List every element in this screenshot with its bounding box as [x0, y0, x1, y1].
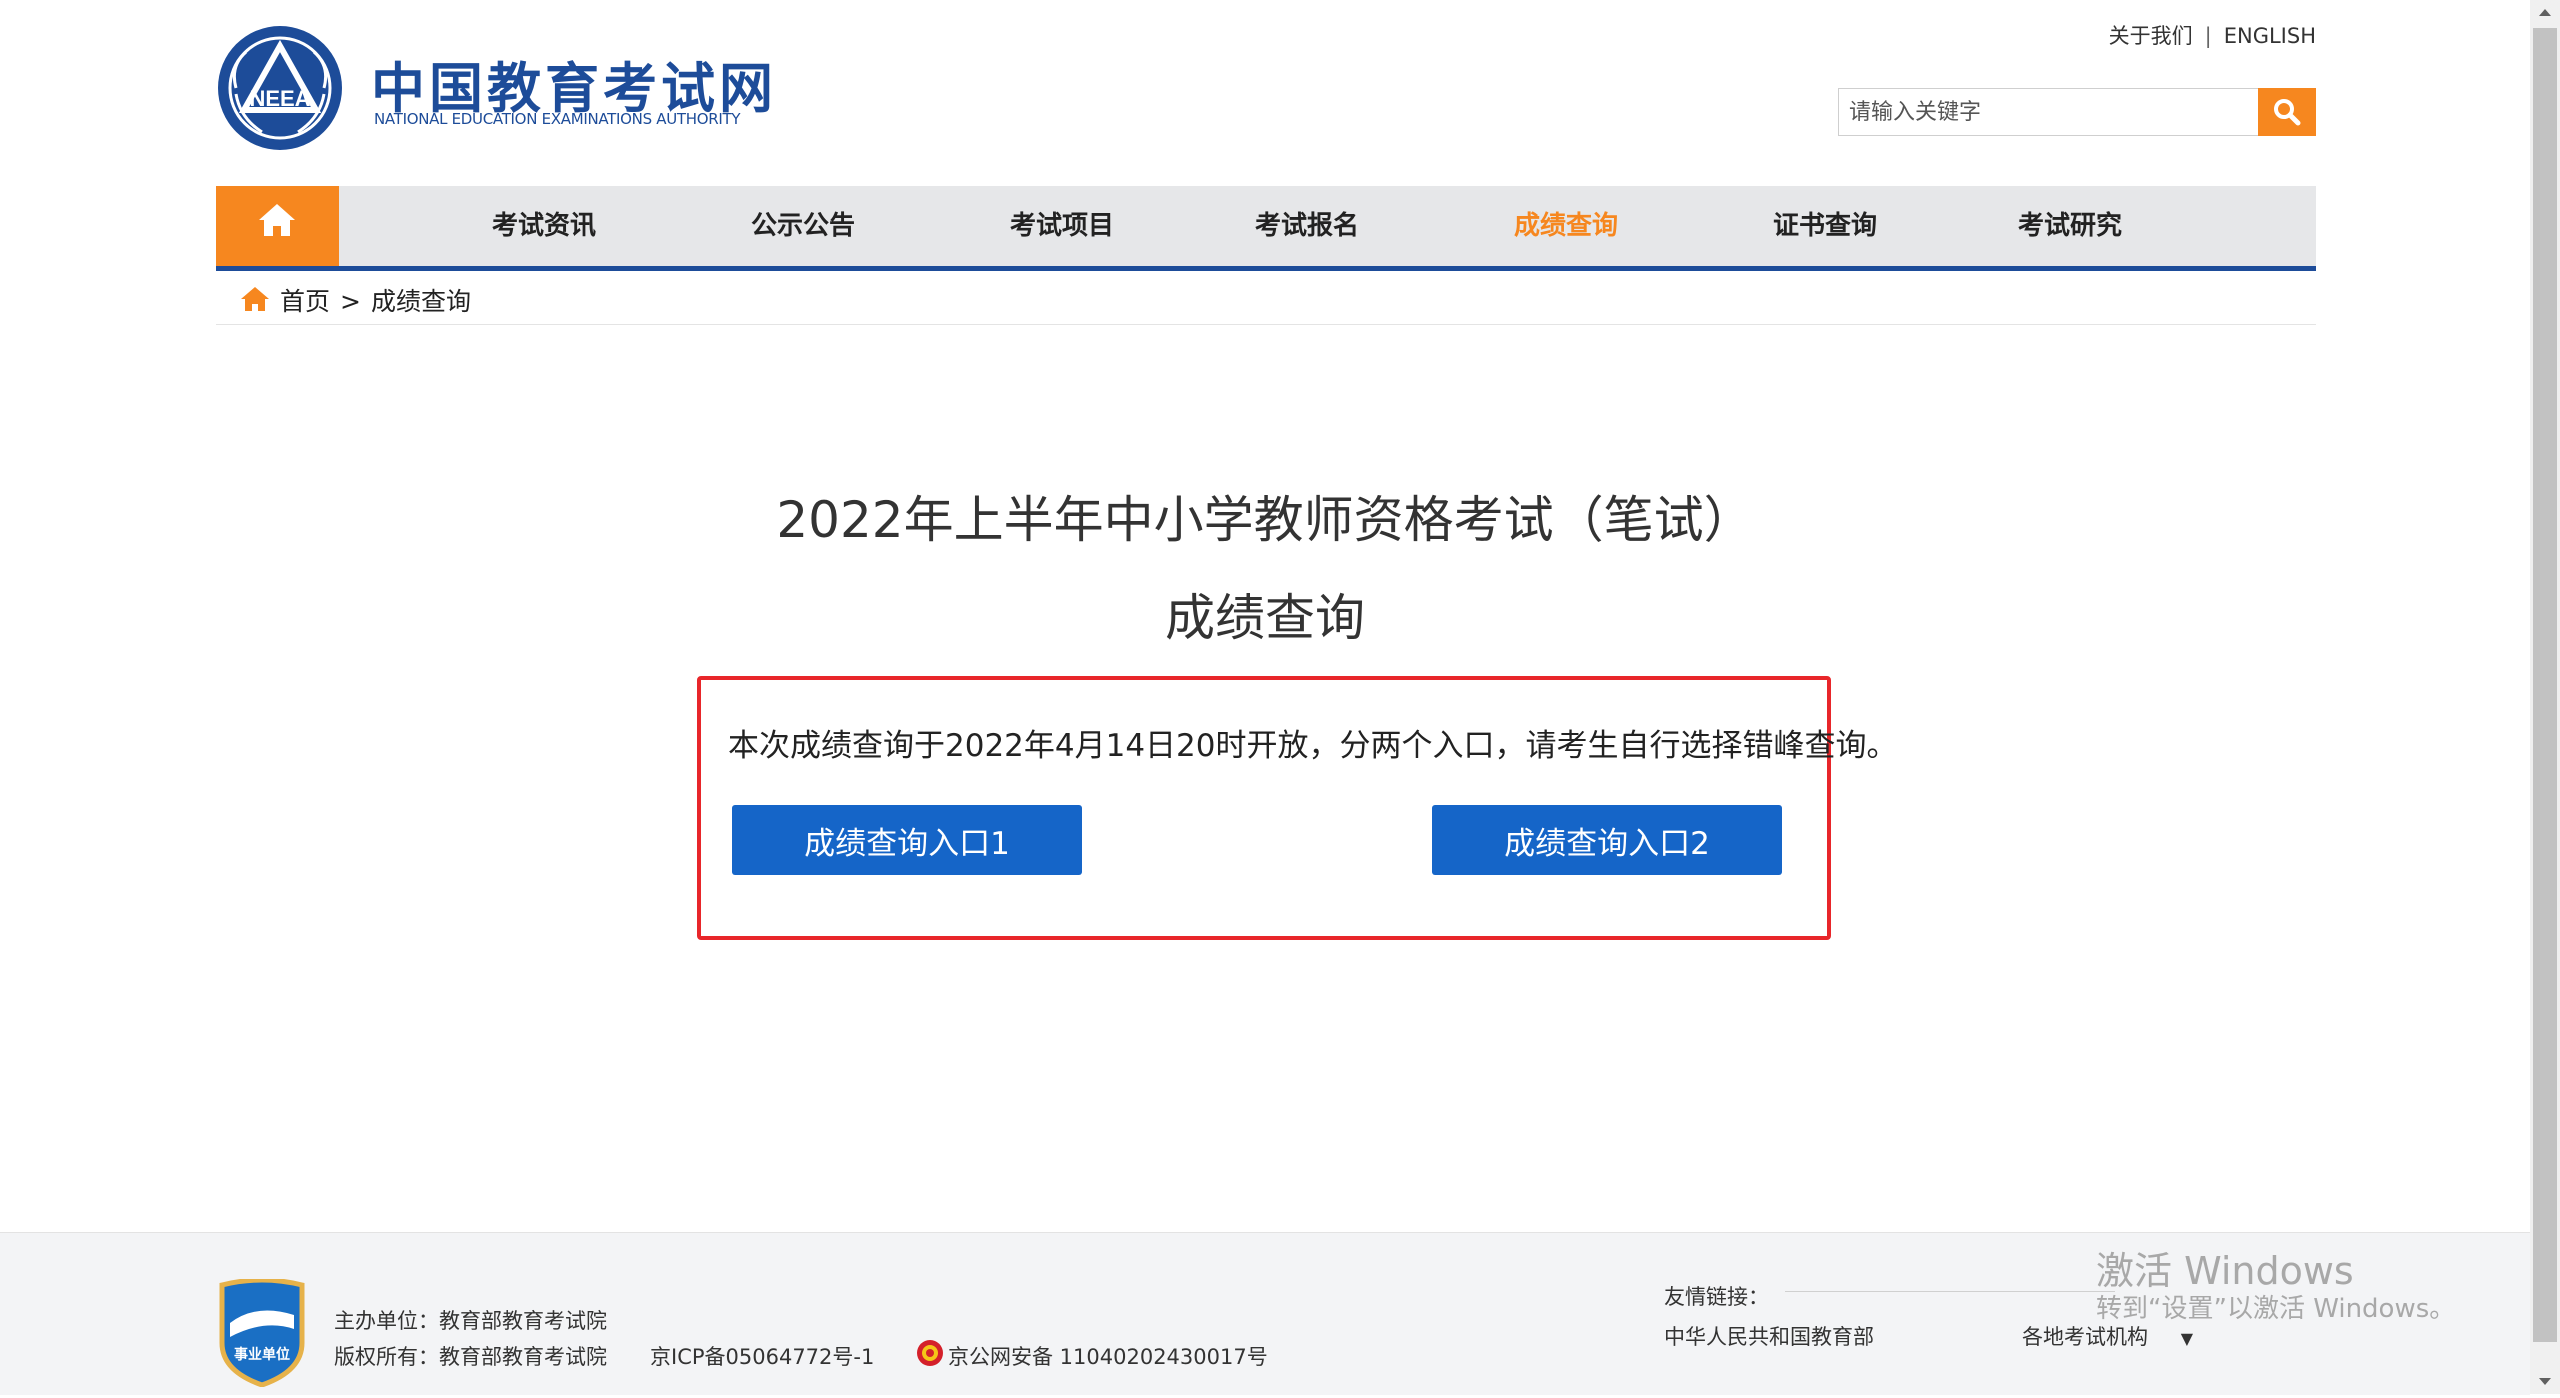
main-nav: 考试资讯 公示公告 考试项目 考试报名 成绩查询 证书查询 考试研究 — [216, 186, 2316, 271]
score-query-entry-2-button[interactable]: 成绩查询入口2 — [1432, 805, 1782, 875]
police-emblem-icon — [917, 1340, 943, 1366]
windows-activation-title: 激活 Windows — [2096, 1249, 2354, 1293]
nav-item-exam-news[interactable]: 考试资讯 — [492, 186, 596, 266]
footer-copyright: 版权所有：教育部教育考试院 — [334, 1345, 607, 1369]
breadcrumb-home-link[interactable]: 首页 — [280, 287, 330, 316]
scroll-up-arrow-icon — [2539, 9, 2551, 16]
breadcrumb-current: 成绩查询 — [370, 287, 471, 316]
badge-text: 事业单位 — [234, 1346, 290, 1363]
score-query-entry-1-button[interactable]: 成绩查询入口1 — [732, 805, 1082, 875]
nav-home-button[interactable] — [216, 186, 339, 266]
friendly-links-divider — [1785, 1291, 2115, 1292]
search-input[interactable] — [1838, 88, 2258, 136]
search-button[interactable] — [2258, 88, 2316, 136]
search-box — [1838, 88, 2316, 136]
footer-sponsor: 主办单位：教育部教育考试院 — [334, 1309, 607, 1333]
nav-item-registration[interactable]: 考试报名 — [1255, 186, 1359, 266]
page-title: 2022年上半年中小学教师资格考试（笔试） — [776, 491, 1754, 549]
neea-emblem-icon: NEEA — [218, 26, 342, 150]
nav-item-exam-projects[interactable]: 考试项目 — [1010, 186, 1114, 266]
chevron-down-icon: ▼ — [2180, 1329, 2193, 1348]
scroll-down-arrow-icon — [2539, 1378, 2551, 1385]
nav-item-exam-research[interactable]: 考试研究 — [2018, 186, 2122, 266]
moe-link[interactable]: 中华人民共和国教育部 — [1664, 1321, 1874, 1351]
site-logo[interactable]: NEEA 中国教育考试网 NATIONAL EDUCATION EXAMINAT… — [216, 24, 773, 154]
breadcrumb: 首页 > 成绩查询 — [216, 272, 2316, 325]
page-subtitle: 成绩查询 — [1165, 589, 1365, 647]
emblem-text: NEEA — [249, 86, 310, 111]
breadcrumb-separator: > — [340, 287, 361, 316]
vertical-scrollbar[interactable] — [2530, 0, 2560, 1394]
scrollbar-thumb[interactable] — [2533, 28, 2557, 1342]
english-link[interactable]: ENGLISH — [2224, 24, 2316, 48]
notice-text: 本次成绩查询于2022年4月14日20时开放，分两个入口，请考生自行选择错峰查询… — [728, 728, 1898, 764]
breadcrumb-home-icon — [241, 287, 269, 311]
home-icon — [259, 204, 295, 236]
footer-icp-link[interactable]: 京ICP备05064772号-1 — [650, 1341, 874, 1371]
footer-police-record-link[interactable]: 京公网安备 11040202430017号 — [948, 1341, 1268, 1371]
top-links: 关于我们 | ENGLISH — [2109, 20, 2316, 50]
public-institution-badge-icon[interactable]: 事业单位 — [216, 1279, 308, 1387]
about-us-link[interactable]: 关于我们 — [2109, 24, 2193, 48]
nav-item-certificate-query[interactable]: 证书查询 — [1773, 186, 1877, 266]
local-exam-agencies-select[interactable]: 各地考试机构 ▼ — [2022, 1321, 2193, 1351]
nav-item-score-query[interactable]: 成绩查询 — [1514, 186, 1618, 266]
friendly-links-label: 友情链接： — [1664, 1285, 1769, 1309]
logo-title-en: NATIONAL EDUCATION EXAMINATIONS AUTHORIT… — [374, 110, 741, 128]
nav-item-announcements[interactable]: 公示公告 — [751, 186, 855, 266]
local-exam-agencies-label: 各地考试机构 — [2022, 1325, 2148, 1349]
search-icon — [2274, 99, 2301, 126]
windows-activation-message: 转到“设置”以激活 Windows。 — [2096, 1294, 2456, 1324]
scroll-up-button[interactable] — [2530, 0, 2560, 26]
top-links-separator: | — [2204, 24, 2212, 48]
scroll-down-button[interactable] — [2530, 1368, 2560, 1394]
